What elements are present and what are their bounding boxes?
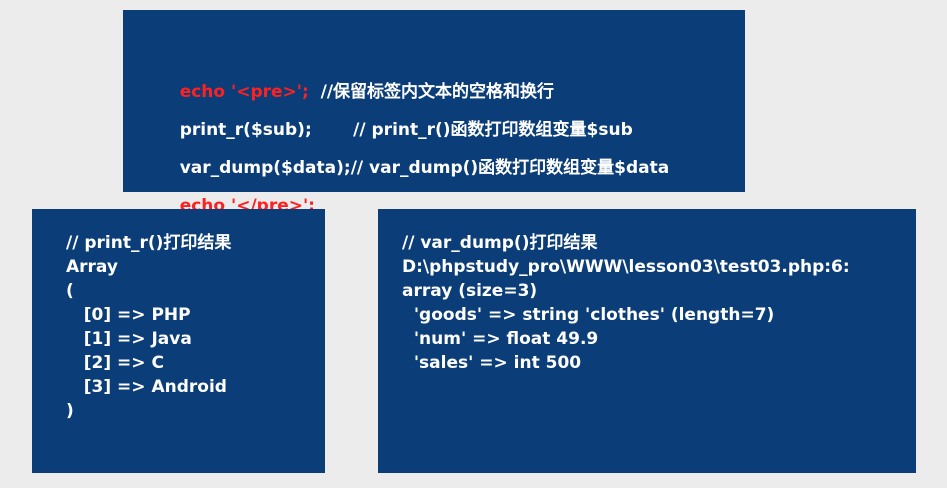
print-r-output-panel: // print_r()打印结果 Array ( [0] => PHP [1] … (32, 209, 325, 473)
output-line: [1] => Java (66, 329, 192, 349)
output-comment: // var_dump()打印结果 (402, 233, 598, 253)
output-line: 'goods' => string 'clothes' (length=7) (402, 305, 775, 325)
code-comment: // print_r()函数打印数组变量$sub (311, 120, 633, 140)
output-line: D:\phpstudy_pro\WWW\lesson03\test03.php:… (402, 257, 850, 277)
output-comment: // print_r()打印结果 (66, 233, 232, 253)
output-line: ( (66, 281, 74, 301)
output-line: [0] => PHP (66, 305, 191, 325)
output-line: [3] => Android (66, 377, 227, 397)
code-comment: //保留标签内文本的空格和换行 (308, 82, 555, 102)
code-statement: print_r($sub); (179, 120, 312, 140)
code-statement: var_dump($data); (179, 158, 351, 178)
code-panel: echo '<pre>'; //保留标签内文本的空格和换行 print_r($s… (123, 10, 745, 216)
output-line: array (size=3) (402, 281, 538, 301)
code-comment: // var_dump()函数打印数组变量$data (350, 158, 670, 178)
output-line: [2] => C (66, 353, 164, 373)
code-statement: echo '<pre>'; (179, 82, 309, 102)
output-line: 'num' => float 49.9 (402, 329, 599, 349)
code-line-1: echo '<pre>'; //保留标签内文本的空格和换行 (156, 35, 745, 102)
output-line: Array (66, 257, 118, 277)
output-line: ) (66, 401, 74, 421)
output-line: 'sales' => int 500 (402, 353, 582, 373)
var-dump-output-panel: // var_dump()打印结果 D:\phpstudy_pro\WWW\le… (378, 209, 916, 473)
